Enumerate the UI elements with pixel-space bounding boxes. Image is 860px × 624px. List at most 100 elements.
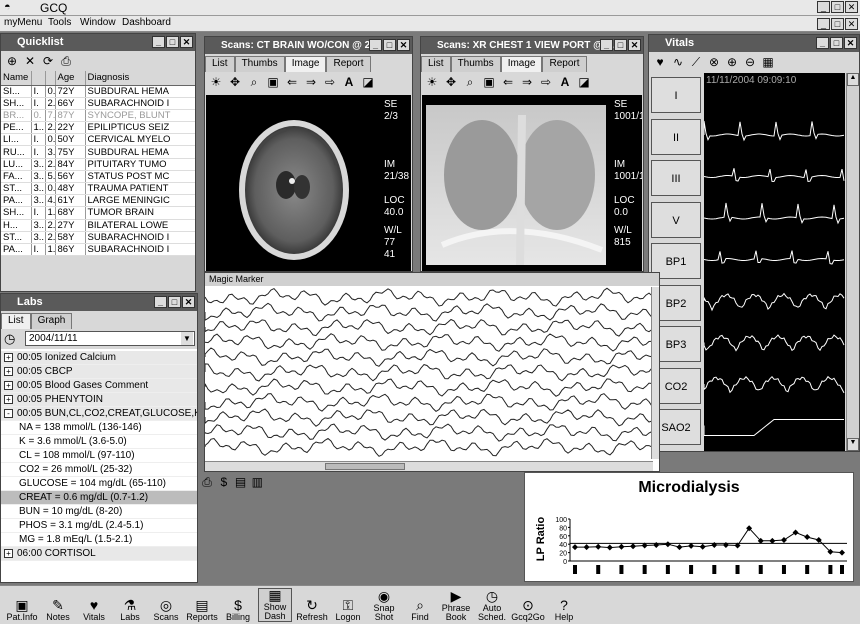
vitals-channel-v-button[interactable]: V	[651, 201, 701, 238]
table-row[interactable]: PE... 1.. 2. 22Y EPILIPTICUS SEIZ	[1, 121, 195, 135]
table-row[interactable]: PA... 3.. 4. 61Y LARGE MENINGIC	[1, 194, 195, 208]
close-button[interactable]: ✕	[845, 1, 858, 13]
vitals-minimize-button[interactable]: _	[816, 37, 829, 49]
column-header-b[interactable]	[45, 71, 56, 86]
scan-ct-maximize-button[interactable]: □	[383, 39, 396, 51]
xr-image-viewport[interactable]: SE 1001/1 IM 1001/1 LOC 0.0 W/L 815	[422, 95, 642, 271]
scan-xr-minimize-button[interactable]: _	[600, 39, 613, 51]
tab-graph[interactable]: Graph	[30, 313, 73, 329]
tab-report[interactable]: Report	[326, 56, 371, 72]
stop-icon[interactable]: ⊗	[707, 55, 721, 69]
grid-icon[interactable]: ▦	[761, 55, 775, 69]
remove-patient-icon[interactable]: ✕	[23, 54, 37, 68]
tab-thumbs[interactable]: Thumbs	[234, 56, 285, 72]
table-row[interactable]: FA... 3.. 5. 56Y STATUS POST MC	[1, 170, 195, 184]
table-row[interactable]: ST... 3.. 0. 48Y TRAUMA PATIENT	[1, 182, 195, 196]
vitals-channel-iii-button[interactable]: III	[651, 160, 701, 196]
table-row[interactable]: LU... 3.. 2. 84Y PITUITARY TUMO	[1, 158, 195, 171]
scan-ct-close-button[interactable]: ✕	[397, 39, 410, 51]
lab-group-row[interactable]: -00:05 BUN,CL,CO2,CREAT,GLUCOSE,K,N	[1, 407, 197, 421]
tab-list[interactable]: List	[421, 56, 451, 72]
auto-sched-button[interactable]: ◷ Auto Sched.	[476, 588, 508, 622]
table-row[interactable]: PA... I. 1. 86Y SUBARACHNOID I	[1, 243, 195, 257]
phrase-book-button[interactable]: ▶ Phrase Book	[440, 588, 472, 622]
labs-button[interactable]: ⚗ Labs	[114, 588, 146, 622]
table-row[interactable]: BR... 0. 7. 87Y SYNCOPE, BLUNT	[1, 109, 195, 123]
next-series-icon[interactable]: ⇒	[304, 75, 318, 89]
scans-button[interactable]: ◎ Scans	[150, 588, 182, 622]
invert-icon[interactable]: ◪	[577, 75, 591, 89]
tab-list[interactable]: List	[1, 313, 31, 329]
show-dash-button[interactable]: ▦ Show Dash	[258, 587, 292, 622]
table-row[interactable]: ST... 3.. 2. 58Y SUBARACHNOID I	[1, 231, 195, 244]
scan-ct-minimize-button[interactable]: _	[369, 39, 382, 51]
move-icon[interactable]: ✥	[444, 75, 458, 89]
zoom-out-icon[interactable]: ⊖	[743, 55, 757, 69]
column-header-age[interactable]: Age	[55, 71, 86, 86]
minimize-button[interactable]: _	[817, 1, 830, 13]
brightness-icon[interactable]: ☀	[425, 75, 439, 89]
lab-group-row[interactable]: +00:05 Ionized Calcium	[1, 351, 197, 365]
find-button[interactable]: ⌕ Find	[404, 588, 436, 622]
fit-icon[interactable]: ▣	[266, 75, 280, 89]
next-series-icon[interactable]: ⇒	[520, 75, 534, 89]
lab-result-row[interactable]: NA = 138 mmol/L (136-146)	[1, 421, 197, 435]
chevron-down-icon[interactable]: ▼	[181, 332, 193, 345]
maximize-button[interactable]: □	[831, 1, 844, 13]
column-header-name[interactable]: Name	[1, 71, 32, 86]
column-header-a[interactable]	[31, 71, 46, 86]
scroll-down-icon[interactable]: ▼	[847, 438, 859, 451]
camera-icon[interactable]: ⎙	[200, 475, 214, 489]
dollar-icon[interactable]: $	[217, 475, 231, 489]
table-row[interactable]: H... 3.. 2. 27Y BILATERAL LOWE	[1, 219, 195, 232]
move-icon[interactable]: ✥	[228, 75, 242, 89]
eeg-scroll-thumb[interactable]	[325, 463, 405, 470]
menu-item-mymenu[interactable]: myMenu	[4, 17, 42, 28]
lab-result-row[interactable]: GLUCOSE = 104 mg/dL (65-110)	[1, 477, 197, 491]
layers-icon[interactable]: ▤	[234, 475, 248, 489]
tab-image[interactable]: Image	[500, 56, 543, 72]
vitals-channel-ii-button[interactable]: II	[651, 118, 701, 155]
vitals-channel-i-button[interactable]: I	[651, 77, 701, 113]
tab-image[interactable]: Image	[284, 56, 327, 72]
labs-close-button[interactable]: ✕	[182, 296, 195, 308]
annotate-icon[interactable]: A	[342, 75, 356, 89]
vitals-button[interactable]: ♥ Vitals	[78, 588, 110, 622]
expand-icon[interactable]: +	[4, 367, 13, 376]
scan-xr-maximize-button[interactable]: □	[614, 39, 627, 51]
prev-series-icon[interactable]: ⇐	[285, 75, 299, 89]
tab-thumbs[interactable]: Thumbs	[450, 56, 501, 72]
magnify-icon[interactable]: ⌕	[247, 75, 261, 89]
quicklist-close-button[interactable]: ✕	[180, 36, 193, 48]
add-patient-icon[interactable]: ⊕	[5, 54, 19, 68]
table-row[interactable]: SH... I. 2. 66Y SUBARACHNOID I	[1, 97, 195, 110]
labs-maximize-button[interactable]: □	[168, 296, 181, 308]
table-row[interactable]: SI... I. 0. 72Y SUBDURAL HEMA	[1, 85, 195, 98]
next-image-icon[interactable]: ⇨	[539, 75, 553, 89]
waveform-icon[interactable]: ∿	[671, 55, 685, 69]
annotate-icon[interactable]: A	[558, 75, 572, 89]
scroll-up-icon[interactable]: ▲	[847, 73, 859, 86]
lab-result-row[interactable]: CO2 = 26 mmol/L (25-32)	[1, 463, 197, 477]
expand-icon[interactable]: +	[4, 549, 13, 558]
snap-shot-button[interactable]: ◉ Snap Shot	[368, 588, 400, 622]
menu-item-window[interactable]: Window	[80, 17, 116, 28]
next-image-icon[interactable]: ⇨	[323, 75, 337, 89]
tab-list[interactable]: List	[205, 56, 235, 72]
table-row[interactable]: SH... I. 1. 68Y TUMOR BRAIN	[1, 206, 195, 220]
zoom-in-icon[interactable]: ⊕	[725, 55, 739, 69]
eeg-vscrollbar[interactable]	[651, 287, 659, 459]
table-row[interactable]: RU... I. 3. 75Y SUBDURAL HEMA	[1, 145, 195, 159]
expand-icon[interactable]: +	[4, 395, 13, 404]
print-icon[interactable]: ⎙	[59, 54, 73, 68]
menu-item-tools[interactable]: Tools	[48, 17, 71, 28]
prev-series-icon[interactable]: ⇐	[501, 75, 515, 89]
brightness-icon[interactable]: ☀	[209, 75, 223, 89]
pat-info-button[interactable]: ▣ Pat.Info	[6, 588, 38, 622]
logon-button[interactable]: ⚿ Logon	[332, 588, 364, 622]
vitals-close-button[interactable]: ✕	[844, 37, 857, 49]
notes-button[interactable]: ✎ Notes	[42, 588, 74, 622]
menu-item-dashboard[interactable]: Dashboard	[122, 17, 171, 28]
magnify-icon[interactable]: ⌕	[463, 75, 477, 89]
lab-group-row[interactable]: +00:05 PHENYTOIN	[1, 393, 197, 407]
